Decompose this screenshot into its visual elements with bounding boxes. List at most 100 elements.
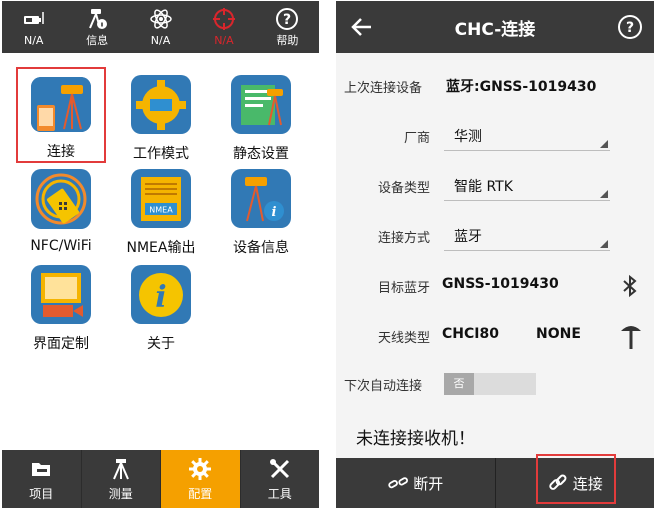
antenna-type-row: 天线类型 CHCI80 NONE [336,321,654,351]
survey-icon [112,459,129,480]
page-title: CHC-连接 [454,20,536,40]
config-menu-screen: N/A 信息 N/A N/A ? 帮助 连接 工作模式 静态设置 NFC/WiF… [2,1,319,508]
dropdown-triangle-icon [600,140,608,148]
nav-survey-label: 测量 [108,487,133,501]
action-bar: 断开 连接 [336,454,655,508]
tile-connect[interactable]: 连接 [16,67,106,163]
last-device-value: 蓝牙:GNSS-1019430 [446,79,597,95]
device-type-row: 设备类型 智能 RTK [336,171,654,201]
receiver-status-item[interactable]: N/A [2,1,65,53]
status-bar: N/A 信息 N/A N/A ? 帮助 [2,1,319,53]
auto-connect-toggle-state: 否 [444,373,474,395]
highlight-box [535,454,616,504]
bottom-nav: 项目 测量 配置 工具 [2,450,319,508]
device-type-label: 设备类型 [377,181,430,196]
nav-project-label: 项目 [29,487,54,501]
connect-mode-select[interactable]: 蓝牙 [444,223,610,251]
connect-mode-row: 连接方式 蓝牙 [336,221,654,251]
tile-nmea-output[interactable]: NMEA NMEA输出 [116,161,206,257]
target-bluetooth-value: GNSS-1019430 [442,276,559,292]
antenna-height-value: NONE [536,326,581,342]
nav-tools-label: 工具 [267,487,292,501]
tile-static-settings-label: 静态设置 [233,146,289,162]
connect-screen: CHC-连接 ? 上次连接设备 蓝牙:GNSS-1019430 厂商 华测 设备… [336,1,654,508]
nmea-output-icon: NMEA [131,169,191,228]
disconnect-button[interactable]: 断开 [336,458,496,508]
auto-connect-label: 下次自动连接 [344,379,423,394]
help-circle-icon[interactable]: ? [616,13,644,41]
svg-text:?: ? [283,12,291,28]
connect-mode-value: 蓝牙 [454,229,482,245]
tile-device-info[interactable]: i 设备信息 [216,161,306,257]
app-header: CHC-连接 ? [336,1,654,53]
antenna-icon[interactable] [620,322,642,350]
broken-link-icon [388,477,409,489]
tile-work-mode[interactable]: 工作模式 [116,67,206,163]
target-bluetooth-row: 目标蓝牙 GNSS-1019430 [336,271,654,301]
antenna-type-label: 天线类型 [377,331,430,346]
tile-about[interactable]: i 关于 [116,257,206,353]
help-label: 帮助 [276,34,299,47]
connect-icon [31,77,91,132]
tile-ui-customize[interactable]: 界面定制 [16,257,106,353]
receiver-status-label: N/A [23,34,44,47]
satellite-atom-icon [149,9,172,29]
satellite-status-item[interactable]: N/A [129,1,192,53]
target-bluetooth-label: 目标蓝牙 [377,281,430,296]
svg-text:i: i [155,280,166,315]
nav-survey[interactable]: 测量 [82,450,161,508]
nav-config[interactable]: 配置 [161,450,241,508]
device-type-select[interactable]: 智能 RTK [444,173,610,201]
manufacturer-select[interactable]: 华测 [444,123,610,151]
tile-nfc-wifi-label: NFC/WiFi [30,238,92,254]
tools-icon [269,459,289,479]
tile-static-settings[interactable]: 静态设置 [216,67,306,163]
nav-tools[interactable]: 工具 [241,450,320,508]
last-device-row: 上次连接设备 蓝牙:GNSS-1019430 [336,71,654,101]
info-label: 信息 [86,34,109,47]
tile-nfc-wifi[interactable]: NFC/WiFi [16,161,106,257]
manufacturer-value: 华测 [454,129,482,145]
device-info-icon: i [231,169,291,228]
dropdown-triangle-icon [600,240,608,248]
position-status-label: N/A [214,34,234,47]
svg-text:?: ? [626,20,634,36]
svg-text:i: i [272,205,277,220]
tile-nmea-output-label: NMEA输出 [126,240,196,256]
last-device-label: 上次连接设备 [344,81,423,96]
connect-button[interactable]: 连接 [496,454,655,508]
help-item[interactable]: ? 帮助 [256,1,319,53]
antenna-type-value: CHCI80 [442,326,499,342]
tile-connect-label: 连接 [47,144,75,160]
static-settings-icon [231,75,291,134]
help-circle-icon: ? [276,8,299,30]
manufacturer-label: 厂商 [403,131,430,146]
position-status-item[interactable]: N/A [192,1,255,53]
device-type-value: 智能 RTK [454,179,513,195]
ui-customize-icon [31,265,91,324]
tile-device-info-label: 设备信息 [233,240,289,256]
about-icon: i [131,265,191,324]
manufacturer-row: 厂商 华测 [336,121,654,151]
dropdown-triangle-icon [600,190,608,198]
nav-project[interactable]: 项目 [2,450,82,508]
crosshair-target-icon [212,8,235,30]
nmea-badge-text: NMEA [149,206,173,215]
work-mode-gear-icon [131,75,191,134]
tile-about-label: 关于 [147,336,175,352]
disconnect-label: 断开 [413,474,444,493]
connection-status-text: 未连接接收机！ [356,429,475,449]
receiver-info-icon [89,9,108,29]
receiver-battery-icon [23,12,44,24]
nav-config-label: 配置 [188,487,213,501]
auto-connect-toggle[interactable]: 否 [444,373,536,395]
gear-icon [189,458,212,480]
satellite-status-label: N/A [150,34,171,47]
folder-icon [32,463,51,476]
info-item[interactable]: 信息 [65,1,128,53]
connect-mode-label: 连接方式 [377,231,430,246]
bluetooth-icon[interactable] [620,274,640,298]
tile-work-mode-label: 工作模式 [133,146,189,162]
nfc-wifi-icon [31,169,91,229]
auto-connect-row: 下次自动连接 否 [336,369,654,399]
